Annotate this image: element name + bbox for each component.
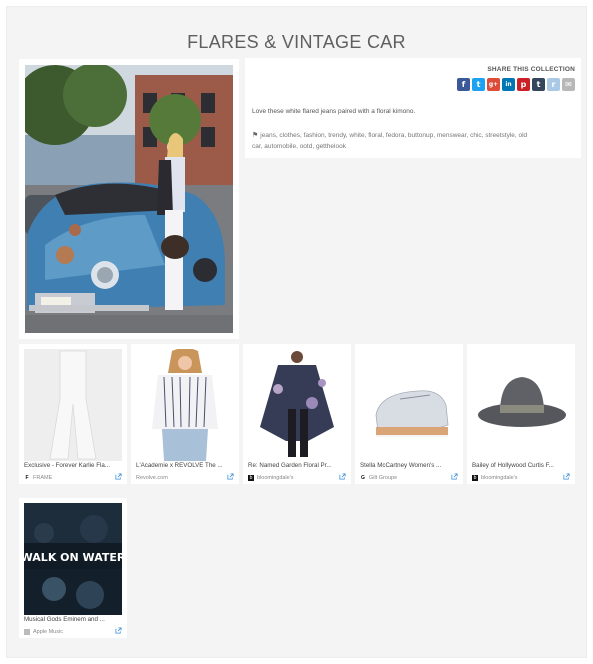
external-link-icon[interactable] (451, 473, 458, 480)
product-title[interactable]: Musical Gods Eminem and ... (24, 616, 122, 623)
facebook-icon[interactable]: f (457, 78, 470, 91)
share-icons: f t g+ in p t r ✉ (457, 78, 575, 91)
external-link-icon[interactable] (563, 473, 570, 480)
product-title[interactable]: Stella McCartney Women's ... (360, 462, 458, 469)
product-source: F FRAME (24, 474, 52, 482)
hero-photo-image (25, 65, 233, 333)
product-source: b bloomingdale's (472, 474, 518, 482)
share-label: SHARE THIS COLLECTION (487, 66, 575, 73)
product-image[interactable] (472, 349, 570, 461)
product-title[interactable]: Re: Named Garden Floral Pr... (248, 462, 346, 469)
external-link-icon[interactable] (227, 473, 234, 480)
product-title[interactable]: Bailey of Hollywood Curtis F... (472, 462, 570, 469)
google-plus-icon[interactable]: g+ (487, 78, 500, 91)
source-logo: b (248, 475, 254, 481)
tumblr-icon[interactable]: t (532, 78, 545, 91)
collection-info: SHARE THIS COLLECTION f t g+ in p t r ✉ … (245, 58, 581, 158)
source-name: FRAME (33, 475, 53, 481)
product-card[interactable]: Stella McCartney Women's ... G Gilt Group… (355, 344, 463, 484)
product-image[interactable] (248, 349, 346, 461)
tags-line-2[interactable]: car, automobile, ootd, getthelook (252, 143, 346, 150)
twitter-icon[interactable]: t (472, 78, 485, 91)
product-image[interactable]: WALK ON WATER (24, 503, 122, 615)
product-image[interactable] (24, 349, 122, 461)
product-source: b bloomingdale's (248, 474, 294, 482)
product-source: Revolve.com (136, 474, 168, 482)
collection-panel: FLARES & VINTAGE CAR SHARE THIS COLLECTI… (6, 6, 587, 658)
tag-list: ⚑ jeans, clothes, fashion, trendy, white,… (252, 130, 574, 152)
source-logo: G (360, 475, 366, 481)
tags-line-1[interactable]: jeans, clothes, fashion, trendy, white, … (260, 132, 527, 139)
source-name: bloomingdale's (481, 475, 518, 481)
pinterest-icon[interactable]: p (517, 78, 530, 91)
source-name: bloomingdale's (257, 475, 294, 481)
linkedin-icon[interactable]: in (502, 78, 515, 91)
source-logo: b (472, 475, 478, 481)
product-card[interactable]: Exclusive - Forever Karlie Fla... F FRAME (19, 344, 127, 484)
email-icon[interactable]: ✉ (562, 78, 575, 91)
product-card[interactable]: Re: Named Garden Floral Pr... b bloomingd… (243, 344, 351, 484)
tag-icon: ⚑ (252, 132, 259, 139)
reddit-icon[interactable]: r (547, 78, 560, 91)
external-link-icon[interactable] (339, 473, 346, 480)
product-card[interactable]: L'Academie x REVOLVE The ... Revolve.com (131, 344, 239, 484)
product-source: G Gilt Groupe (360, 474, 397, 482)
page-title: FLARES & VINTAGE CAR (187, 32, 406, 52)
product-card[interactable]: WALK ON WATER Musical Gods Eminem and ..… (19, 498, 127, 638)
product-card[interactable]: Bailey of Hollywood Curtis F... b bloomin… (467, 344, 575, 484)
source-logo: F (24, 475, 30, 481)
product-image[interactable] (360, 349, 458, 461)
product-image[interactable] (136, 349, 234, 461)
source-name: Revolve.com (136, 475, 168, 481)
apple-music-icon (24, 629, 30, 635)
product-title[interactable]: Exclusive - Forever Karlie Fla... (24, 462, 122, 469)
album-art-text: WALK ON WATER (24, 551, 122, 564)
product-source: Apple Music (24, 628, 63, 636)
product-title[interactable]: L'Academie x REVOLVE The ... (136, 462, 234, 469)
external-link-icon[interactable] (115, 627, 122, 634)
external-link-icon[interactable] (115, 473, 122, 480)
source-name: Gilt Groupe (369, 475, 398, 481)
source-name: Apple Music (33, 629, 63, 635)
collection-description: Love these white flared jeans paired wit… (252, 108, 416, 115)
hero-photo[interactable] (19, 59, 239, 339)
